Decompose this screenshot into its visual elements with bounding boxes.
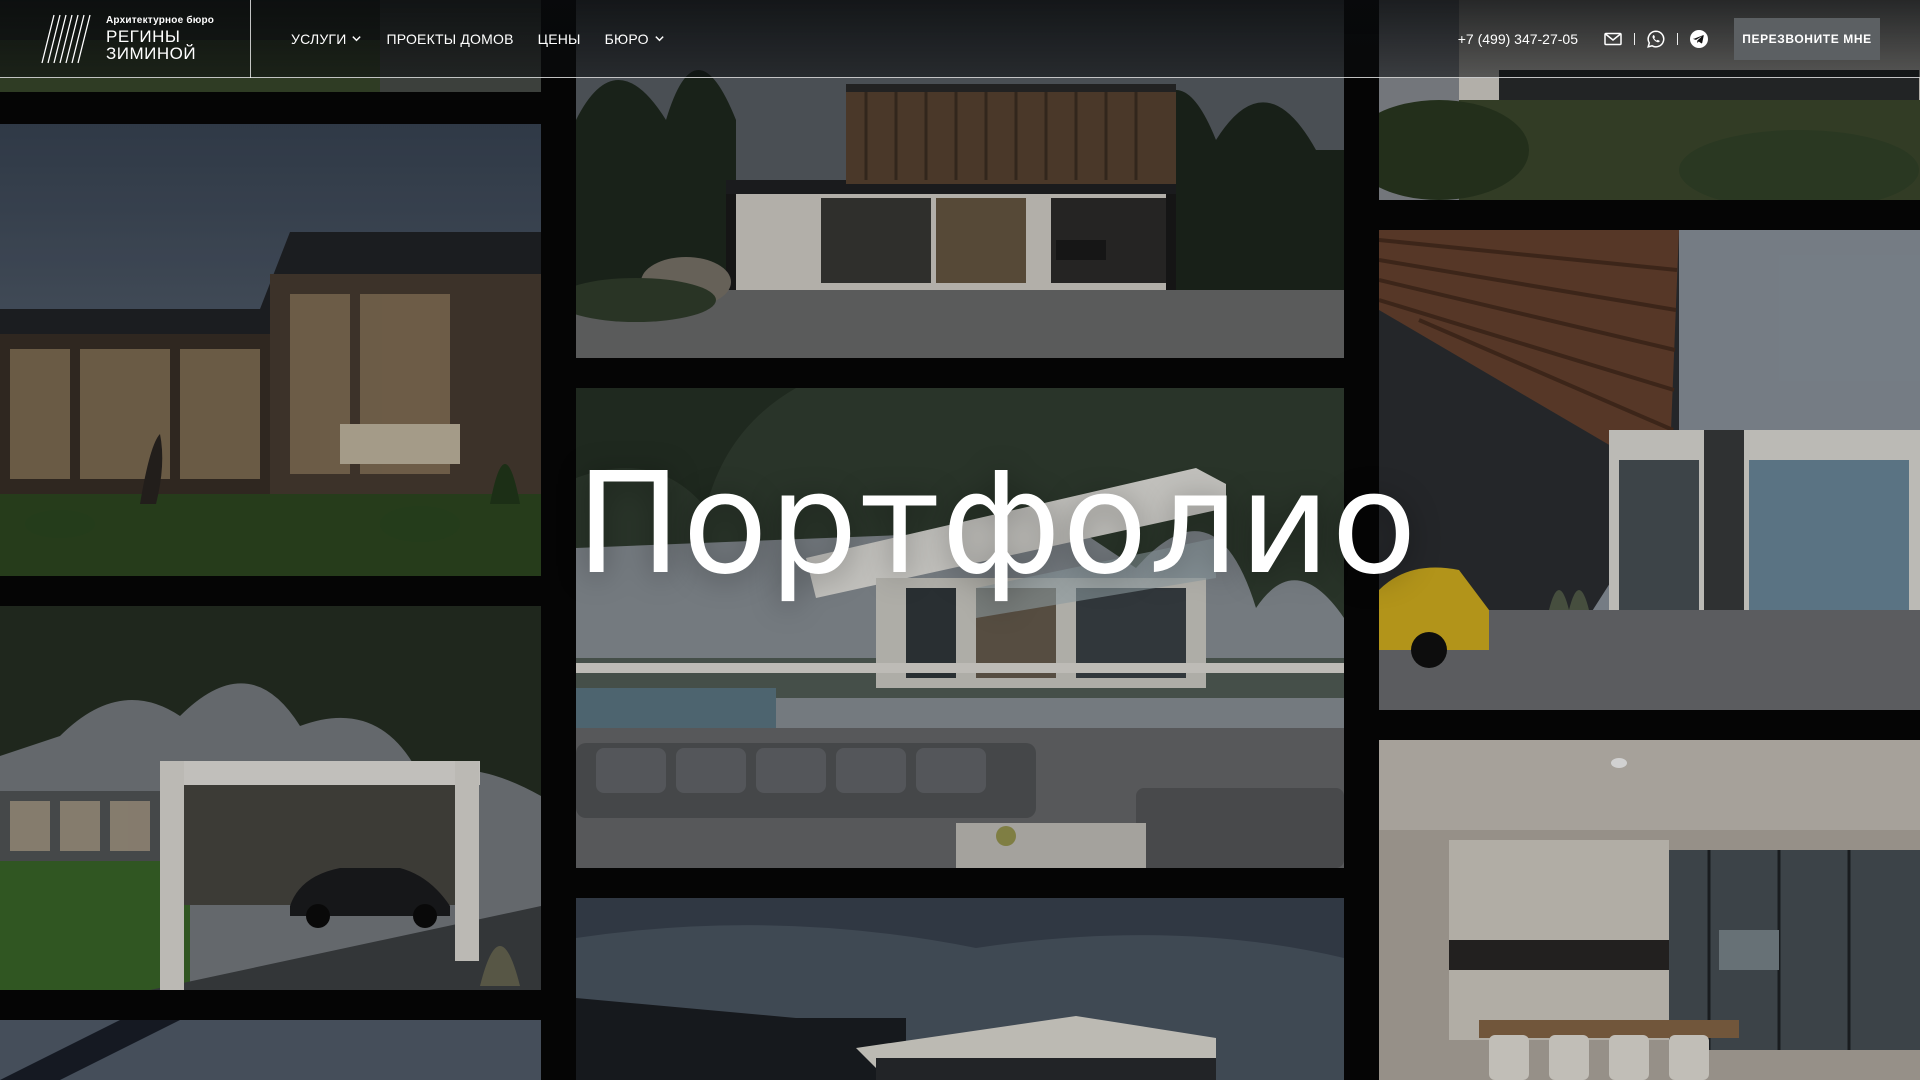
portfolio-image-interior-kitchen[interactable] — [1379, 740, 1920, 1080]
portfolio-image-carport-sportscar[interactable] — [0, 606, 541, 990]
header-contacts: +7 (499) 347-27-05 ПЕРЕЗВОНИТЕ МНЕ — [1458, 17, 1920, 60]
nav-item-prices[interactable]: ЦЕНЫ — [538, 31, 581, 47]
mail-icon[interactable] — [1602, 28, 1624, 50]
divider — [1634, 32, 1635, 45]
phone-link[interactable]: +7 (499) 347-27-05 — [1458, 31, 1578, 47]
portfolio-image-bottom-left[interactable] — [0, 1020, 541, 1080]
logo-line-2: ЗИМИНОЙ — [106, 44, 197, 63]
logo-mark-icon — [41, 14, 91, 63]
callback-button[interactable]: ПЕРЕЗВОНИТЕ МНЕ — [1734, 17, 1880, 60]
portfolio-image-dusk-house[interactable] — [576, 898, 1344, 1080]
telegram-icon[interactable] — [1688, 28, 1710, 50]
nav-item-label: ПРОЕКТЫ ДОМОВ — [386, 30, 514, 47]
main-nav: УСЛУГИ ПРОЕКТЫ ДОМОВ ЦЕНЫ БЮРО — [291, 31, 665, 47]
portfolio-image-glass-house-evening[interactable] — [0, 124, 541, 576]
whatsapp-icon[interactable] — [1645, 28, 1667, 50]
logo-line-1: РЕГИНЫ — [106, 27, 181, 46]
nav-item-label: БЮРО — [604, 30, 649, 47]
nav-item-label: ЦЕНЫ — [537, 30, 581, 47]
logo[interactable]: Архитектурное бюро РЕГИНЫ ЗИМИНОЙ — [0, 0, 251, 78]
nav-item-house-projects[interactable]: ПРОЕКТЫ ДОМОВ — [386, 31, 513, 47]
page-title: Портфолио — [576, 443, 1418, 606]
nav-item-label: УСЛУГИ — [291, 30, 347, 47]
logo-tagline: Архитектурное бюро — [106, 15, 215, 26]
divider — [1677, 32, 1678, 45]
portfolio-image-garage-yellow-car[interactable] — [1379, 230, 1920, 710]
site-header: Архитектурное бюро РЕГИНЫ ЗИМИНОЙ УСЛУГИ… — [0, 0, 1920, 78]
chevron-down-icon — [352, 36, 362, 42]
nav-item-services[interactable]: УСЛУГИ — [291, 31, 362, 47]
nav-item-bureau[interactable]: БЮРО — [605, 31, 665, 47]
chevron-down-icon — [655, 36, 664, 42]
